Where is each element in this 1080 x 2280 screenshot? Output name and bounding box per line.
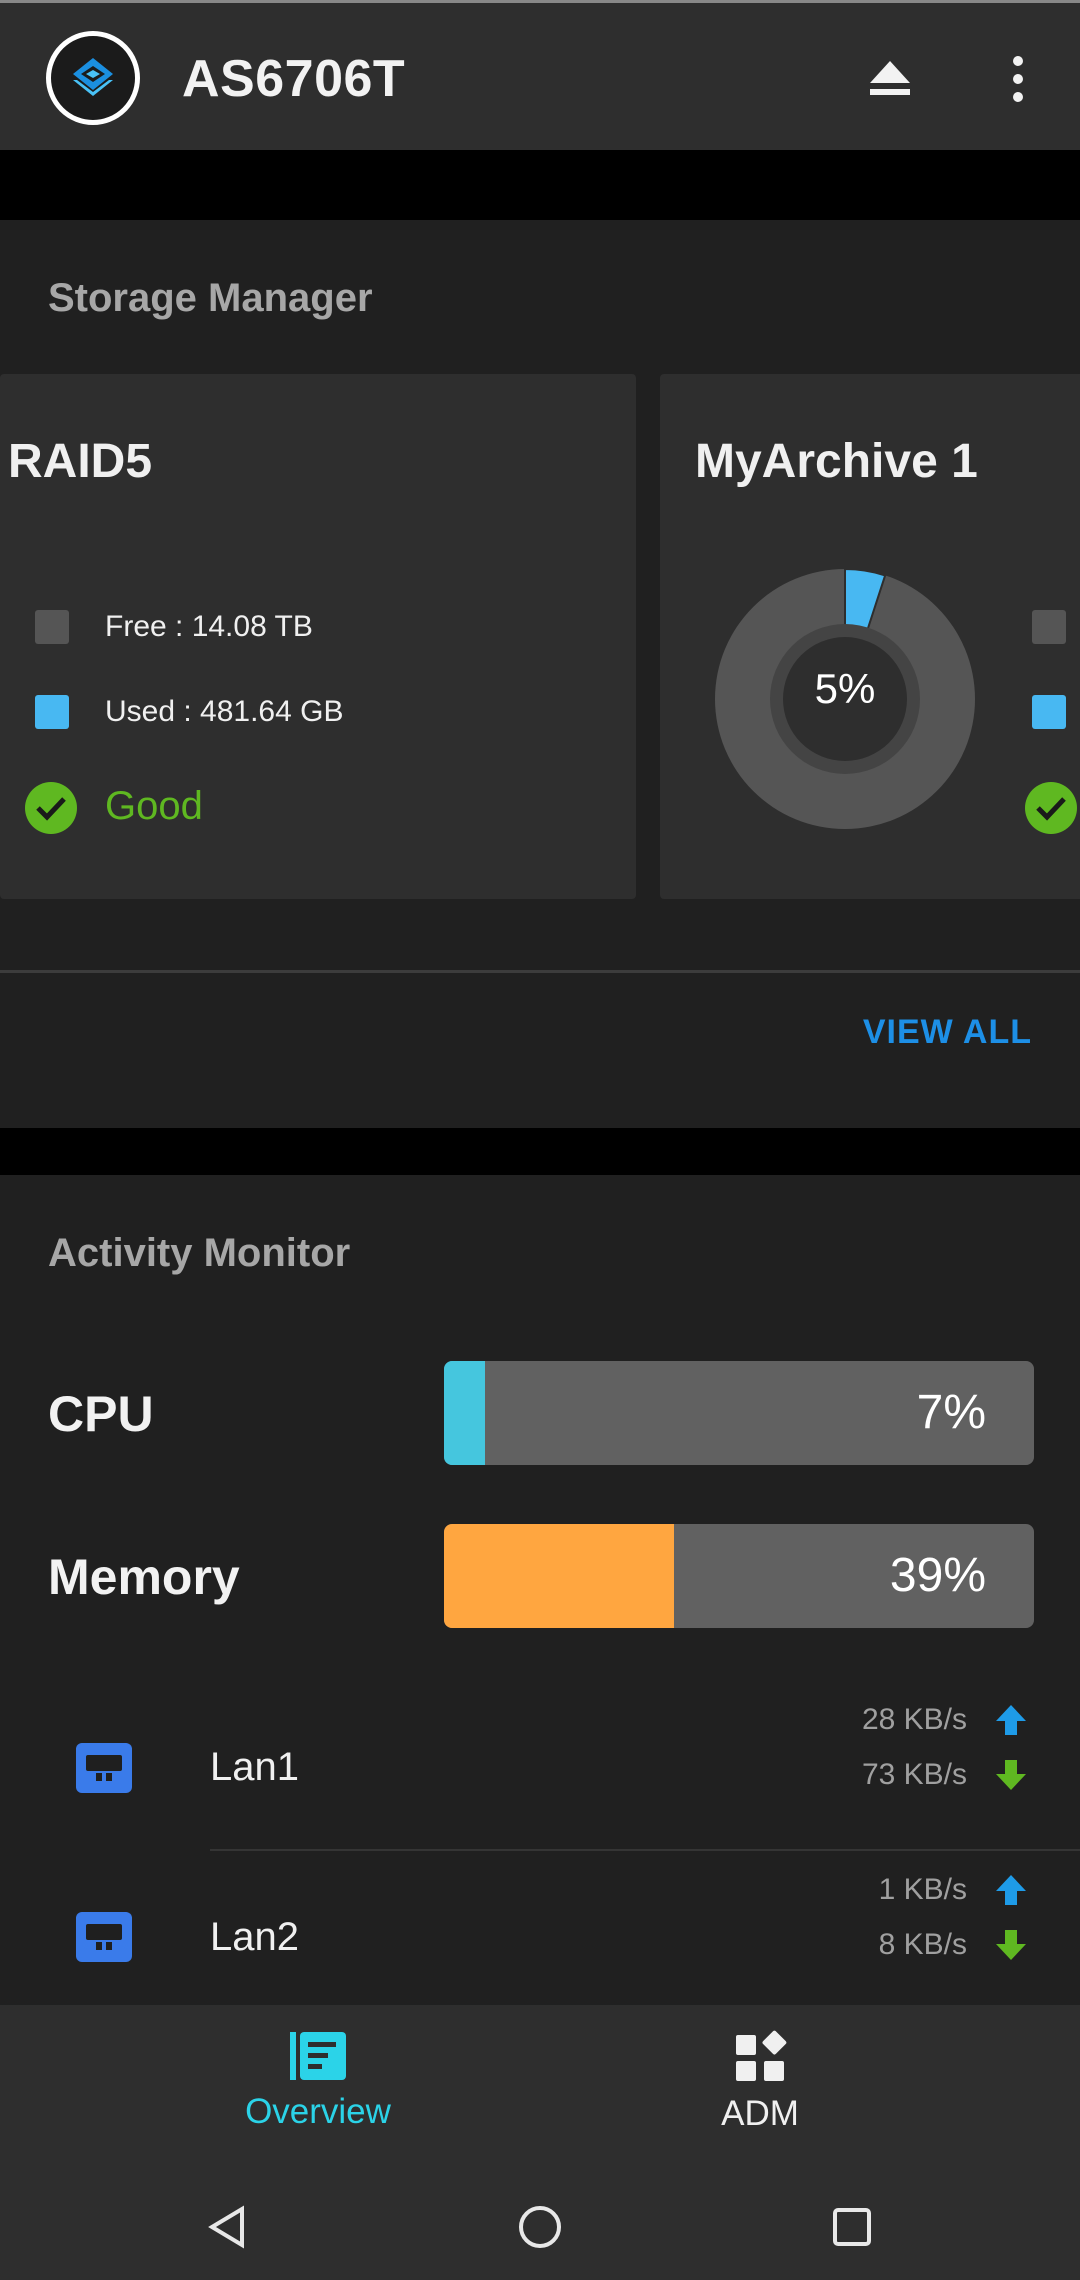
tab-overview[interactable]: Overview (208, 2030, 428, 2150)
divider (0, 970, 1080, 973)
used-legend-swatch (35, 695, 69, 729)
download-rate: 73 KB/s (861, 1758, 967, 1791)
device-title: AS6706T (182, 50, 406, 108)
memory-label: Memory (48, 1549, 240, 1605)
free-legend-swatch (1032, 610, 1066, 644)
upload-arrow-icon (996, 1705, 1026, 1735)
volume-status: Good (105, 784, 203, 828)
volume-card-myarchive[interactable]: MyArchive 1 5% (660, 374, 1080, 899)
tab-label: ADM (721, 2094, 799, 2133)
free-space-label: Free : 14.08 TB (105, 610, 313, 643)
memory-usage-fill (444, 1524, 675, 1628)
check-circle-icon (1025, 782, 1077, 834)
storage-manager-section: Storage Manager RAID5 Free : 14.08 TB Us… (0, 220, 1080, 1128)
free-legend-swatch (35, 610, 69, 644)
eject-icon[interactable] (860, 51, 920, 107)
lan-name: Lan2 (210, 1915, 299, 1959)
download-arrow-icon (996, 1760, 1026, 1790)
download-rate: 8 KB/s (878, 1928, 967, 1961)
tab-label: Overview (245, 2092, 391, 2131)
apps-icon (736, 2030, 787, 2081)
check-circle-icon (25, 782, 77, 834)
used-space-label: Used : 481.64 GB (105, 695, 344, 728)
activity-monitor-section: Activity Monitor CPU 7% Memory 39% Lan1 … (0, 1175, 1080, 2005)
used-legend-swatch (1032, 695, 1066, 729)
section-title: Activity Monitor (48, 1231, 351, 1275)
cpu-usage-fill (444, 1361, 486, 1465)
app-bar: AS6706T (0, 0, 1080, 150)
more-vert-icon[interactable] (1000, 51, 1036, 107)
overview-icon (290, 2032, 346, 2080)
upload-arrow-icon (996, 1875, 1026, 1905)
back-icon[interactable] (198, 2197, 258, 2257)
upload-rate: 1 KB/s (878, 1873, 967, 1906)
volume-name: RAID5 (8, 435, 153, 488)
view-all-button[interactable]: VIEW ALL (863, 1013, 1032, 1052)
cpu-usage-bar: 7% (444, 1361, 1034, 1465)
usage-percent: 5% (814, 665, 876, 712)
tab-adm[interactable]: ADM (650, 2030, 870, 2150)
cpu-usage-value: 7% (916, 1386, 986, 1439)
home-icon[interactable] (510, 2197, 570, 2257)
network-port-icon (76, 1743, 132, 1793)
memory-usage-bar: 39% (444, 1524, 1034, 1628)
lan-name: Lan1 (210, 1745, 299, 1789)
volume-card-raid5[interactable]: RAID5 Free : 14.08 TB Used : 481.64 GB G… (0, 374, 636, 899)
cpu-label: CPU (48, 1386, 154, 1442)
asustor-logo-icon (46, 31, 140, 125)
download-arrow-icon (996, 1930, 1026, 1960)
list-divider (210, 1849, 1080, 1851)
network-port-icon (76, 1912, 132, 1962)
memory-usage-value: 39% (889, 1549, 986, 1602)
upload-rate: 28 KB/s (861, 1703, 967, 1736)
section-title: Storage Manager (48, 276, 373, 320)
volume-name: MyArchive 1 (695, 435, 978, 488)
bottom-navigation: Overview ADM (0, 2005, 1080, 2280)
recents-icon[interactable] (822, 2197, 882, 2257)
